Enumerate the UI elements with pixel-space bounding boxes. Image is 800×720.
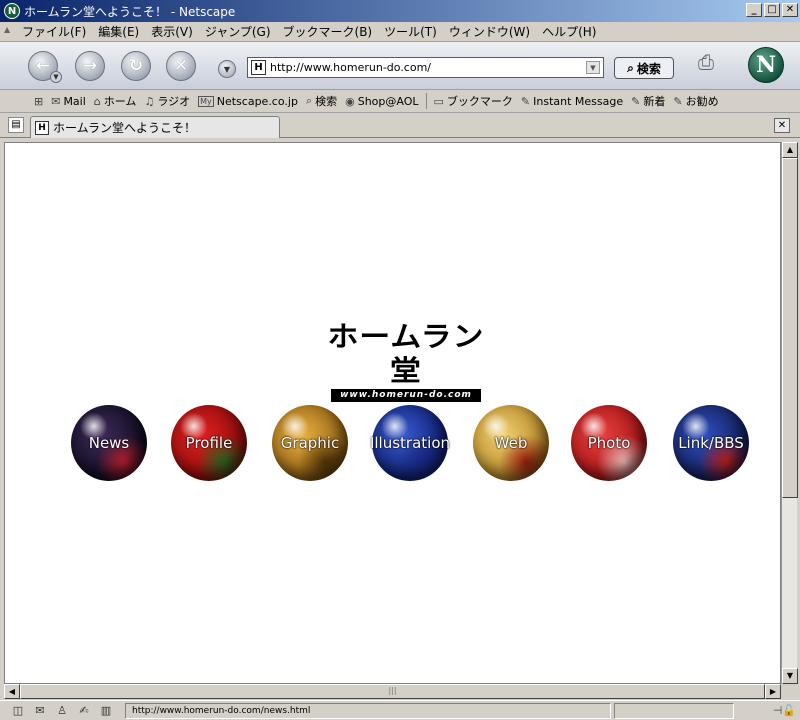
menu-view[interactable]: 表示(V) bbox=[145, 23, 199, 40]
menu-go[interactable]: ジャンプ(G) bbox=[199, 23, 277, 40]
home-icon: ⌂ bbox=[93, 94, 101, 108]
scroll-down-icon[interactable]: ▼ bbox=[782, 668, 798, 684]
netscape-logo-icon[interactable]: N bbox=[748, 47, 784, 83]
bookmark-link-icon: ✎ bbox=[673, 94, 683, 108]
vertical-scroll-thumb[interactable] bbox=[782, 158, 798, 498]
history-dropdown-icon[interactable]: ▼ bbox=[218, 60, 236, 78]
menu-help[interactable]: ヘルプ(H) bbox=[536, 23, 602, 40]
search-icon: ⌕ bbox=[305, 94, 313, 107]
forward-button[interactable]: → bbox=[75, 51, 105, 81]
stop-button[interactable]: ✕ bbox=[166, 51, 196, 81]
tab-favicon-icon: H bbox=[35, 120, 49, 135]
nav-ball-graphic[interactable]: Graphic bbox=[272, 405, 348, 481]
composer-icon[interactable]: ✍ bbox=[76, 704, 92, 718]
navigator-icon[interactable]: ◫ bbox=[10, 704, 26, 718]
status-bar: ◫ ✉ ♙ ✍ ▥ http://www.homerun-do.com/news… bbox=[0, 700, 800, 720]
minimize-button[interactable]: _ bbox=[746, 3, 762, 17]
search-button[interactable]: ⌕ 検索 bbox=[614, 57, 674, 79]
back-dropdown-icon[interactable]: ▼ bbox=[50, 71, 62, 83]
toolbar-item-recommended[interactable]: ✎ お勧め bbox=[669, 93, 722, 109]
url-dropdown-icon[interactable]: ▼ bbox=[586, 61, 600, 74]
tab-bar: ▤ H ホームラン堂へようこそ！ ✕ bbox=[0, 113, 800, 138]
navigation-toolbar: ← ▼ → ↻ ✕ ▼ H http://www.homerun-do.com/… bbox=[0, 42, 800, 90]
window-controls: _ □ ✕ bbox=[746, 3, 798, 17]
back-button[interactable]: ← ▼ bbox=[28, 51, 62, 83]
toolbar-item-search[interactable]: ⌕ 検索 bbox=[302, 93, 341, 109]
menu-window[interactable]: ウィンドウ(W) bbox=[443, 23, 536, 40]
site-favicon-icon[interactable]: H bbox=[251, 60, 266, 75]
headphones-icon: ♫ bbox=[144, 94, 155, 108]
horizontal-scrollbar[interactable]: ◀ ||| ▶ bbox=[4, 684, 781, 699]
folder-icon: ▭ bbox=[433, 94, 444, 108]
forward-arrow-icon: → bbox=[82, 56, 98, 76]
print-icon[interactable]: ⎙ bbox=[698, 50, 728, 76]
horizontal-scroll-thumb[interactable]: ||| bbox=[20, 684, 765, 699]
netscape-app-icon: N bbox=[4, 3, 20, 19]
scroll-left-icon[interactable]: ◀ bbox=[4, 684, 20, 699]
menu-file[interactable]: ファイル(F) bbox=[16, 23, 92, 40]
magnifier-icon: ⌕ bbox=[627, 60, 634, 75]
toolbar-separator bbox=[425, 93, 427, 109]
nav-ball-illustration[interactable]: Illustration bbox=[370, 405, 450, 481]
personal-toolbar: ⊞ ✉ Mail ⌂ ホーム ♫ ラジオ My Netscape.co.jp ⌕ 検索 ◉… bbox=[0, 90, 800, 113]
url-field[interactable]: H http://www.homerun-do.com/ ▼ bbox=[247, 57, 604, 78]
vertical-scrollbar[interactable]: ▲ ▼ bbox=[781, 142, 798, 684]
toolbar-item-mail[interactable]: ✉ Mail bbox=[47, 95, 90, 108]
toolbar-item-bookmarks[interactable]: ▭ ブックマーク bbox=[430, 93, 517, 109]
back-arrow-icon: ← bbox=[35, 56, 51, 76]
progress-panel bbox=[614, 702, 734, 719]
menu-bar: ▲ ファイル(F) 編集(E) 表示(V) ジャンプ(G) ブックマーク(B) … bbox=[0, 22, 800, 42]
bookmark-link-icon: ✎ bbox=[631, 94, 641, 108]
close-tab-icon[interactable]: ✕ bbox=[774, 118, 790, 133]
stop-icon: ✕ bbox=[173, 56, 189, 76]
menu-bookmarks[interactable]: ブックマーク(B) bbox=[277, 23, 379, 40]
scroll-right-icon[interactable]: ▶ bbox=[765, 684, 781, 699]
nav-ball-link-bbs[interactable]: Link/BBS bbox=[673, 405, 749, 481]
window-title: ホームラン堂へようこそ！ - Netscape bbox=[24, 4, 236, 19]
search-button-label: 検索 bbox=[636, 61, 661, 76]
my-netscape-icon: My bbox=[198, 95, 214, 107]
component-bar: ◫ ✉ ♙ ✍ ▥ bbox=[0, 704, 125, 718]
toolbar-grip-icon[interactable]: ▲ bbox=[4, 25, 10, 39]
toolbar-item-shop-aol[interactable]: ◉ Shop@AOL bbox=[341, 95, 422, 108]
instant-messenger-icon[interactable]: ♙ bbox=[54, 704, 70, 718]
address-book-icon[interactable]: ▥ bbox=[98, 704, 114, 718]
url-text[interactable]: http://www.homerun-do.com/ bbox=[270, 61, 431, 74]
security-lock-icon[interactable]: ⊣🔓 bbox=[773, 704, 800, 717]
maximize-button[interactable]: □ bbox=[764, 3, 780, 17]
bookmark-link-icon: ✎ bbox=[520, 94, 531, 108]
nav-ball-web[interactable]: Web bbox=[473, 405, 549, 481]
new-tab-icon[interactable]: ▤ bbox=[8, 117, 24, 133]
close-button[interactable]: ✕ bbox=[782, 3, 798, 17]
shop-icon: ◉ bbox=[345, 94, 355, 108]
mail-icon: ✉ bbox=[51, 94, 61, 108]
tab-homerun-do[interactable]: H ホームラン堂へようこそ！ bbox=[30, 116, 280, 138]
mail-icon[interactable]: ✉ bbox=[32, 704, 48, 718]
nav-ball-photo[interactable]: Photo bbox=[571, 405, 647, 481]
page-content: ホームラン堂 www.homerun-do.com News Profile G… bbox=[4, 142, 781, 684]
site-logo-text: ホームラン堂 bbox=[327, 320, 485, 387]
toolbar-item-home[interactable]: ⌂ ホーム bbox=[90, 93, 141, 109]
tab-label: ホームラン堂へようこそ！ bbox=[53, 121, 197, 135]
toolbar-item-radio[interactable]: ♫ ラジオ bbox=[140, 93, 194, 109]
nav-ball-profile[interactable]: Profile bbox=[171, 405, 247, 481]
personal-tab-icon[interactable]: ⊞ bbox=[30, 95, 47, 108]
reload-icon: ↻ bbox=[128, 56, 144, 76]
site-logo-url: www.homerun-do.com bbox=[331, 389, 481, 402]
menu-tools[interactable]: ツール(T) bbox=[378, 23, 443, 40]
toolbar-item-new[interactable]: ✎ 新着 bbox=[627, 93, 669, 109]
status-text: http://www.homerun-do.com/news.html bbox=[125, 702, 611, 719]
reload-button[interactable]: ↻ bbox=[121, 51, 151, 81]
nav-ball-news[interactable]: News bbox=[71, 405, 147, 481]
menu-edit[interactable]: 編集(E) bbox=[92, 23, 145, 40]
title-bar: N ホームラン堂へようこそ！ - Netscape _ □ ✕ bbox=[0, 0, 800, 22]
site-logo: ホームラン堂 www.homerun-do.com bbox=[327, 320, 483, 402]
scroll-up-icon[interactable]: ▲ bbox=[782, 142, 798, 158]
navigation-balls: News Profile Graphic Illustration Web Ph… bbox=[5, 405, 780, 485]
toolbar-item-netscape-jp[interactable]: My Netscape.co.jp bbox=[194, 95, 302, 108]
toolbar-item-instant-message[interactable]: ✎ Instant Message bbox=[517, 95, 627, 108]
